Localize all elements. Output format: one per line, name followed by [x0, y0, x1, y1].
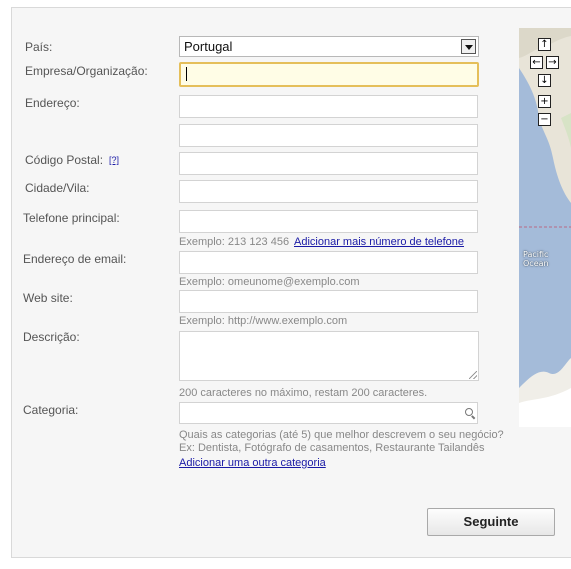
- category-hint-examples: Ex: Dentista, Fotógrafo de casamentos, R…: [179, 442, 485, 454]
- country-label: País:: [25, 40, 53, 54]
- pan-down-icon[interactable]: ↓: [538, 74, 551, 87]
- postal-code-label: Código Postal:: [25, 153, 104, 167]
- map-preview[interactable]: ↑ ← → ↓ + − Pacific Ocean: [519, 28, 571, 427]
- address-line2-input[interactable]: [179, 124, 478, 147]
- company-input[interactable]: [179, 62, 479, 87]
- website-hint: Exemplo: http://www.exemplo.com: [179, 315, 348, 327]
- add-category-link[interactable]: Adicionar uma outra categoria: [179, 457, 326, 469]
- website-label: Web site:: [23, 291, 73, 305]
- country-selected-value: Portugal: [184, 39, 233, 54]
- pan-left-icon[interactable]: ←: [530, 56, 543, 69]
- resize-handle-icon[interactable]: [469, 371, 477, 379]
- address-label: Endereço:: [25, 96, 80, 110]
- category-hint-question: Quais as categorias (até 5) que melhor d…: [179, 429, 504, 441]
- ocean-label: Pacific Ocean: [523, 250, 549, 268]
- add-phone-link[interactable]: Adicionar mais número de telefone: [294, 236, 464, 248]
- text-cursor: [186, 67, 187, 81]
- city-input[interactable]: [179, 180, 478, 203]
- description-hint: 200 caracteres no máximo, restam 200 car…: [179, 387, 428, 399]
- email-hint: Exemplo: omeunome@exemplo.com: [179, 276, 360, 288]
- search-icon[interactable]: [465, 408, 473, 416]
- phone-label: Telefone principal:: [23, 211, 120, 225]
- pan-right-icon[interactable]: →: [546, 56, 559, 69]
- email-label: Endereço de email:: [23, 252, 127, 266]
- address-line1-input[interactable]: [179, 95, 478, 118]
- country-select[interactable]: Portugal: [179, 36, 479, 57]
- pan-up-icon[interactable]: ↑: [538, 38, 551, 51]
- phone-hint: Exemplo: 213 123 456: [179, 236, 290, 248]
- map-terrain: [519, 28, 571, 427]
- zoom-in-icon[interactable]: +: [538, 95, 551, 108]
- ocean-label-line2: Ocean: [523, 259, 549, 268]
- website-input[interactable]: [179, 290, 478, 313]
- description-textarea[interactable]: [179, 331, 479, 381]
- category-input[interactable]: [179, 402, 478, 424]
- city-label: Cidade/Vila:: [25, 181, 90, 195]
- next-button[interactable]: Seguinte: [427, 508, 555, 536]
- category-label: Categoria:: [23, 403, 79, 417]
- company-label: Empresa/Organização:: [25, 64, 148, 78]
- ocean-label-line1: Pacific: [523, 250, 549, 259]
- postal-code-help-link[interactable]: [?]: [109, 155, 119, 165]
- description-label: Descrição:: [23, 330, 80, 344]
- zoom-out-icon[interactable]: −: [538, 113, 551, 126]
- chevron-down-icon[interactable]: [461, 39, 476, 54]
- postal-code-input[interactable]: [179, 152, 478, 175]
- email-input[interactable]: [179, 251, 478, 274]
- phone-input[interactable]: [179, 210, 478, 233]
